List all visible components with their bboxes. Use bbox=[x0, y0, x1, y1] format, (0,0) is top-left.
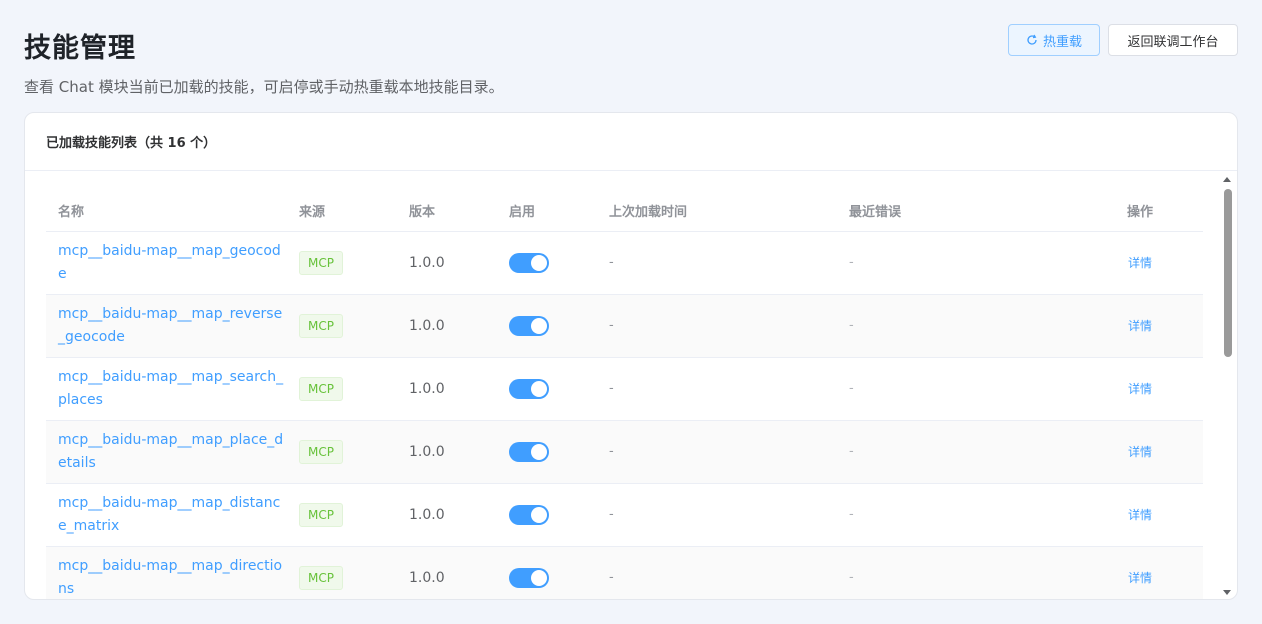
last-loaded-text: - bbox=[609, 318, 614, 333]
enabled-toggle[interactable] bbox=[509, 567, 549, 588]
last-loaded-text: - bbox=[609, 255, 614, 270]
enabled-toggle[interactable] bbox=[509, 252, 549, 273]
page-subtitle: 查看 Chat 模块当前已加载的技能，可启停或手动热重载本地技能目录。 bbox=[24, 78, 504, 96]
scroll-up-icon[interactable] bbox=[1223, 177, 1231, 182]
skill-name-link[interactable]: mcp__baidu-map__map_directions bbox=[58, 555, 287, 600]
column-header-name: 名称 bbox=[46, 171, 287, 232]
version-text: 1.0.0 bbox=[409, 569, 445, 586]
toggle-knob bbox=[531, 317, 547, 334]
last-error-text: - bbox=[849, 381, 854, 396]
skill-name-link[interactable]: mcp__baidu-map__map_distance_matrix bbox=[58, 492, 287, 538]
source-tag: MCP bbox=[299, 439, 343, 464]
toggle-knob bbox=[531, 443, 547, 460]
source-tag: MCP bbox=[299, 565, 343, 590]
table-row: mcp__baidu-map__map_geocode MCP 1.0.0 - … bbox=[46, 231, 1203, 295]
column-header-actions: 操作 bbox=[1077, 171, 1203, 232]
column-header-version: 版本 bbox=[397, 171, 497, 232]
enabled-toggle[interactable] bbox=[509, 378, 549, 399]
last-error-text: - bbox=[849, 255, 854, 270]
back-to-workbench-button[interactable]: 返回联调工作台 bbox=[1108, 24, 1238, 56]
details-link[interactable]: 详情 bbox=[1128, 508, 1152, 522]
table-row: mcp__baidu-map__map_search_places MCP 1.… bbox=[46, 357, 1203, 421]
table-header-row: 名称 来源 版本 启用 上次加载时间 最近错误 操作 bbox=[46, 171, 1203, 232]
column-header-enabled: 启用 bbox=[497, 171, 597, 232]
table-row: mcp__baidu-map__map_directions MCP 1.0.0… bbox=[46, 546, 1203, 600]
refresh-icon bbox=[1026, 34, 1038, 46]
source-tag: MCP bbox=[299, 313, 343, 338]
version-text: 1.0.0 bbox=[409, 380, 445, 397]
last-loaded-text: - bbox=[609, 444, 614, 459]
enabled-toggle[interactable] bbox=[509, 441, 549, 462]
details-link[interactable]: 详情 bbox=[1128, 571, 1152, 585]
toggle-knob bbox=[531, 254, 547, 271]
toggle-knob bbox=[531, 506, 547, 523]
skill-name-link[interactable]: mcp__baidu-map__map_geocode bbox=[58, 240, 287, 286]
skills-table: 名称 来源 版本 启用 上次加载时间 最近错误 操作 mcp__baidu-ma… bbox=[46, 171, 1203, 600]
details-link[interactable]: 详情 bbox=[1128, 445, 1152, 459]
skill-name-link[interactable]: mcp__baidu-map__map_search_places bbox=[58, 366, 287, 412]
scroll-thumb[interactable] bbox=[1224, 189, 1232, 357]
column-header-source: 来源 bbox=[287, 171, 397, 232]
last-error-text: - bbox=[849, 507, 854, 522]
enabled-toggle[interactable] bbox=[509, 315, 549, 336]
version-text: 1.0.0 bbox=[409, 254, 445, 271]
hot-reload-label: 热重载 bbox=[1042, 34, 1082, 50]
version-text: 1.0.0 bbox=[409, 317, 445, 334]
enabled-toggle[interactable] bbox=[509, 504, 549, 525]
version-text: 1.0.0 bbox=[409, 506, 445, 523]
page-title: 技能管理 bbox=[24, 33, 136, 64]
version-text: 1.0.0 bbox=[409, 443, 445, 460]
last-loaded-text: - bbox=[609, 507, 614, 522]
last-error-text: - bbox=[849, 444, 854, 459]
source-tag: MCP bbox=[299, 502, 343, 527]
skill-name-link[interactable]: mcp__baidu-map__map_place_details bbox=[58, 429, 287, 475]
column-header-last-error: 最近错误 bbox=[837, 171, 1077, 232]
source-tag: MCP bbox=[299, 250, 343, 275]
source-tag: MCP bbox=[299, 376, 343, 401]
column-header-last-loaded: 上次加载时间 bbox=[597, 171, 837, 232]
hot-reload-button[interactable]: 热重载 bbox=[1008, 24, 1100, 56]
vertical-scrollbar[interactable] bbox=[1221, 171, 1235, 599]
toggle-knob bbox=[531, 380, 547, 397]
table-row: mcp__baidu-map__map_distance_matrix MCP … bbox=[46, 483, 1203, 547]
details-link[interactable]: 详情 bbox=[1128, 382, 1152, 396]
details-link[interactable]: 详情 bbox=[1128, 256, 1152, 270]
toggle-knob bbox=[531, 569, 547, 586]
table-row: mcp__baidu-map__map_place_details MCP 1.… bbox=[46, 420, 1203, 484]
details-link[interactable]: 详情 bbox=[1128, 319, 1152, 333]
last-error-text: - bbox=[849, 318, 854, 333]
last-loaded-text: - bbox=[609, 381, 614, 396]
skills-card: 已加载技能列表（共 16 个） 名称 来源 版本 启用 上次加载时间 最近错误 … bbox=[24, 112, 1238, 600]
last-error-text: - bbox=[849, 570, 854, 585]
skill-name-link[interactable]: mcp__baidu-map__map_reverse_geocode bbox=[58, 303, 287, 349]
scroll-down-icon[interactable] bbox=[1223, 590, 1231, 595]
table-row: mcp__baidu-map__map_reverse_geocode MCP … bbox=[46, 294, 1203, 358]
card-title: 已加载技能列表（共 16 个） bbox=[25, 113, 1237, 171]
last-loaded-text: - bbox=[609, 570, 614, 585]
